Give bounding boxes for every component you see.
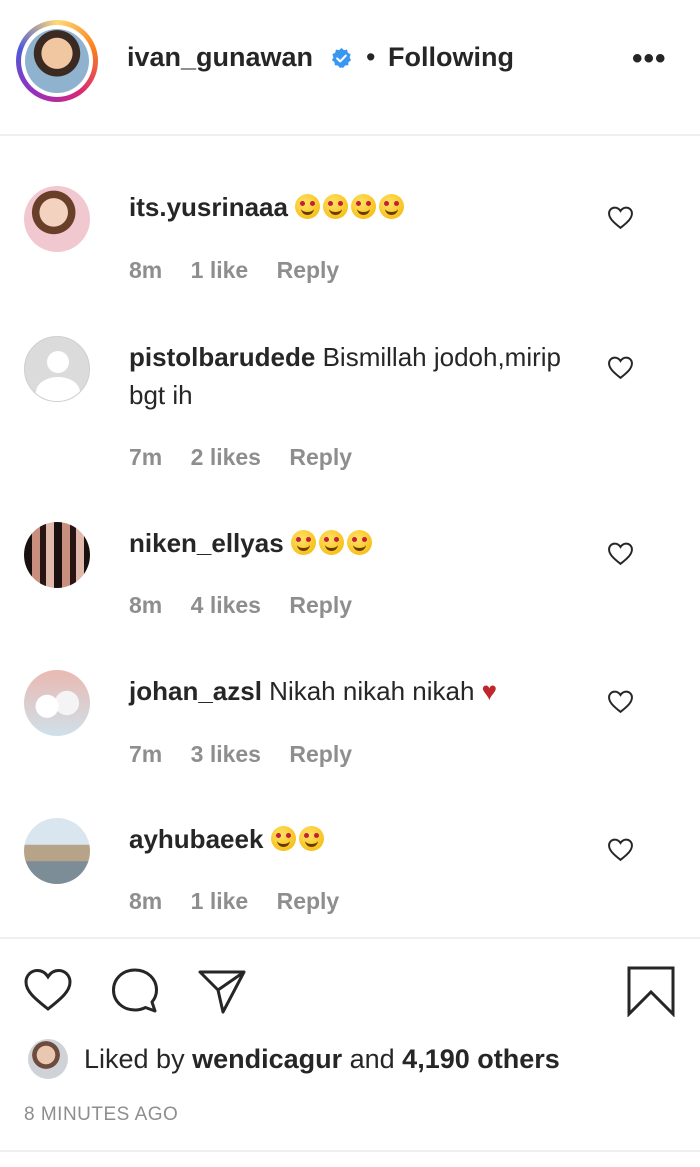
commenter-username[interactable]: johan_azsl [129, 676, 262, 706]
commenter-username[interactable]: its.yusrinaaa [129, 192, 288, 222]
commenter-username[interactable]: ayhubaeek [129, 824, 263, 854]
comment-time: 8m [129, 257, 163, 283]
heart-eyes-emoji-icon [270, 824, 327, 854]
reply-button[interactable]: Reply [289, 592, 352, 618]
reply-button[interactable]: Reply [289, 444, 352, 470]
comment-likes[interactable]: 4 likes [191, 592, 261, 618]
comment-icon[interactable] [109, 965, 161, 1017]
red-heart-emoji-icon: ♥ [481, 676, 498, 706]
comments-list: its.yusrinaaa 8m 1 like Reply pistolbaru… [0, 136, 700, 938]
comment-like-heart-icon[interactable] [607, 690, 634, 714]
header-separator: • [366, 42, 376, 72]
post-timestamp[interactable]: 8 MINUTES AGO [24, 1104, 178, 1126]
bookmark-icon[interactable] [625, 965, 677, 1017]
comment-likes[interactable]: 1 like [191, 888, 249, 914]
comment-time: 7m [129, 444, 163, 470]
comment-time: 7m [129, 741, 163, 767]
reply-button[interactable]: Reply [277, 888, 340, 914]
reply-button[interactable]: Reply [277, 257, 340, 283]
following-button[interactable]: Following [388, 42, 514, 73]
comment-like-heart-icon[interactable] [607, 356, 634, 380]
commenter-avatar[interactable] [24, 186, 90, 252]
liker-username[interactable]: wendicagur [192, 1044, 342, 1074]
verified-badge-icon [331, 47, 352, 68]
comment-like-heart-icon[interactable] [607, 206, 634, 230]
heart-eyes-emoji-icon [295, 192, 407, 222]
commenter-avatar[interactable] [24, 522, 90, 588]
more-options-icon[interactable]: ••• [632, 42, 667, 76]
comment-like-heart-icon[interactable] [607, 838, 634, 862]
heart-icon[interactable] [22, 965, 74, 1017]
commenter-username[interactable]: pistolbarudede [129, 342, 315, 372]
comment-likes[interactable]: 2 likes [191, 444, 261, 470]
comment-likes[interactable]: 3 likes [191, 741, 261, 767]
heart-eyes-emoji-icon [290, 528, 375, 558]
liker-avatar[interactable] [28, 1039, 68, 1079]
commenter-username[interactable]: niken_ellyas [129, 528, 284, 558]
reply-button[interactable]: Reply [289, 741, 352, 767]
post-header: ivan_gunawan • Following ••• [0, 0, 700, 136]
footer-divider [0, 937, 700, 939]
likes-others-count[interactable]: 4,190 others [402, 1044, 560, 1074]
commenter-avatar[interactable] [24, 818, 90, 884]
paper-plane-icon[interactable] [196, 965, 248, 1017]
author-username[interactable]: ivan_gunawan [127, 42, 313, 73]
commenter-avatar-placeholder[interactable] [24, 336, 90, 402]
likes-summary[interactable]: Liked by wendicagur and 4,190 others [84, 1044, 560, 1075]
commenter-avatar[interactable] [24, 670, 90, 736]
bottom-border [0, 1150, 700, 1152]
comment-like-heart-icon[interactable] [607, 542, 634, 566]
comment-text: Nikah nikah nikah [269, 676, 475, 706]
comment-likes[interactable]: 1 like [191, 257, 249, 283]
comment-time: 8m [129, 888, 163, 914]
author-avatar[interactable] [16, 20, 98, 102]
comment-time: 8m [129, 592, 163, 618]
